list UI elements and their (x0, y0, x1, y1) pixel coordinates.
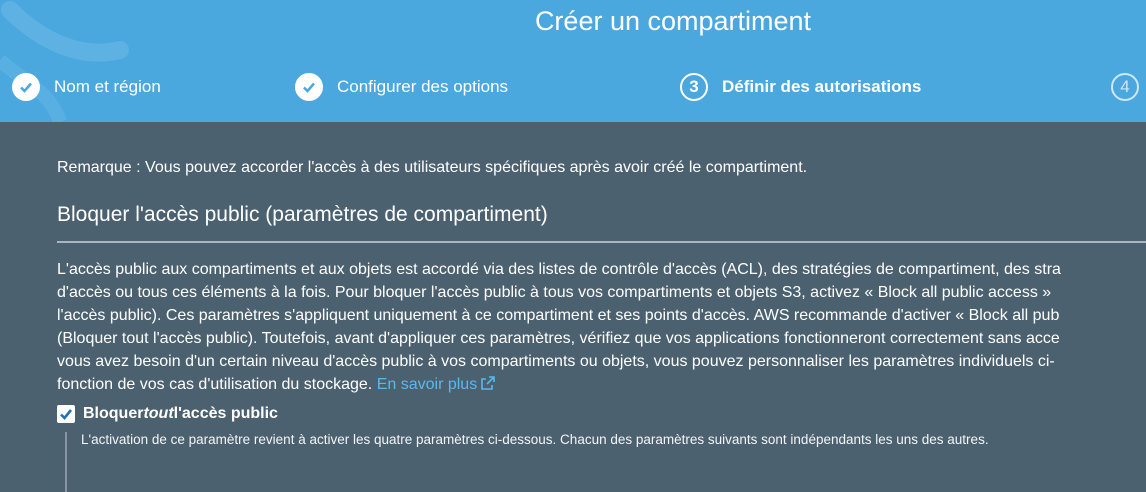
wizard-header: Créer un compartiment Nom et région Conf… (0, 0, 1146, 122)
divider (57, 241, 1146, 243)
block-all-help: L'activation de ce paramètre revient à a… (81, 432, 989, 447)
step-number-circle: 4 (1111, 73, 1139, 101)
description-line: L'accès public aux compartiments et aux … (57, 261, 1061, 278)
indent-guide (65, 432, 67, 492)
step-definir-autorisations[interactable]: 3 Définir des autorisations (680, 73, 921, 101)
step-label: Définir des autorisations (722, 77, 922, 96)
remark-text: Remarque : Vous pouvez accorder l'accès … (57, 159, 808, 176)
step-number: 3 (689, 77, 699, 96)
step-4[interactable]: 4 (1111, 73, 1146, 101)
step-label: Configurer des options (337, 77, 509, 96)
wizard-title: Créer un compartiment (534, 6, 812, 36)
step-number: 4 (1120, 77, 1130, 96)
section-title: Bloquer l'accès public (paramètres de co… (57, 203, 548, 226)
description-line: l'accès public). Ces paramètres s'appliq… (57, 307, 1060, 324)
checkbox-label-emphasis: tout (143, 405, 174, 422)
description-line: fonction de vos cas d'utilisation du sto… (57, 376, 373, 393)
step-number-circle: 3 (680, 73, 708, 101)
step-label: Nom et région (54, 77, 161, 96)
learn-more-link[interactable]: En savoir plus (377, 376, 497, 393)
external-link-icon (481, 376, 496, 390)
learn-more-label: En savoir plus (376, 376, 478, 393)
block-all-public-access[interactable]: Bloquer tout l'accès public (57, 405, 278, 423)
description-line: vous avez besoin d'un certain niveau d'a… (57, 353, 1055, 370)
check-icon (12, 73, 40, 101)
description-line: (Bloquer tout l'accès public). Toutefois… (57, 330, 1060, 347)
description-line: d'accès ou tous ces éléments à la fois. … (57, 284, 1052, 301)
description: L'accès public aux compartiments et aux … (57, 258, 1146, 396)
checkbox-label-before: Bloquer (83, 405, 144, 422)
description-last-line: fonction de vos cas d'utilisation du sto… (57, 373, 1146, 396)
block-all-checkbox[interactable] (57, 405, 75, 423)
check-icon (295, 73, 323, 101)
checkbox-label-after: l'accès public (173, 405, 278, 422)
step-configurer-options[interactable]: Configurer des options (295, 73, 508, 101)
step-nom-et-region[interactable]: Nom et région (12, 73, 161, 101)
